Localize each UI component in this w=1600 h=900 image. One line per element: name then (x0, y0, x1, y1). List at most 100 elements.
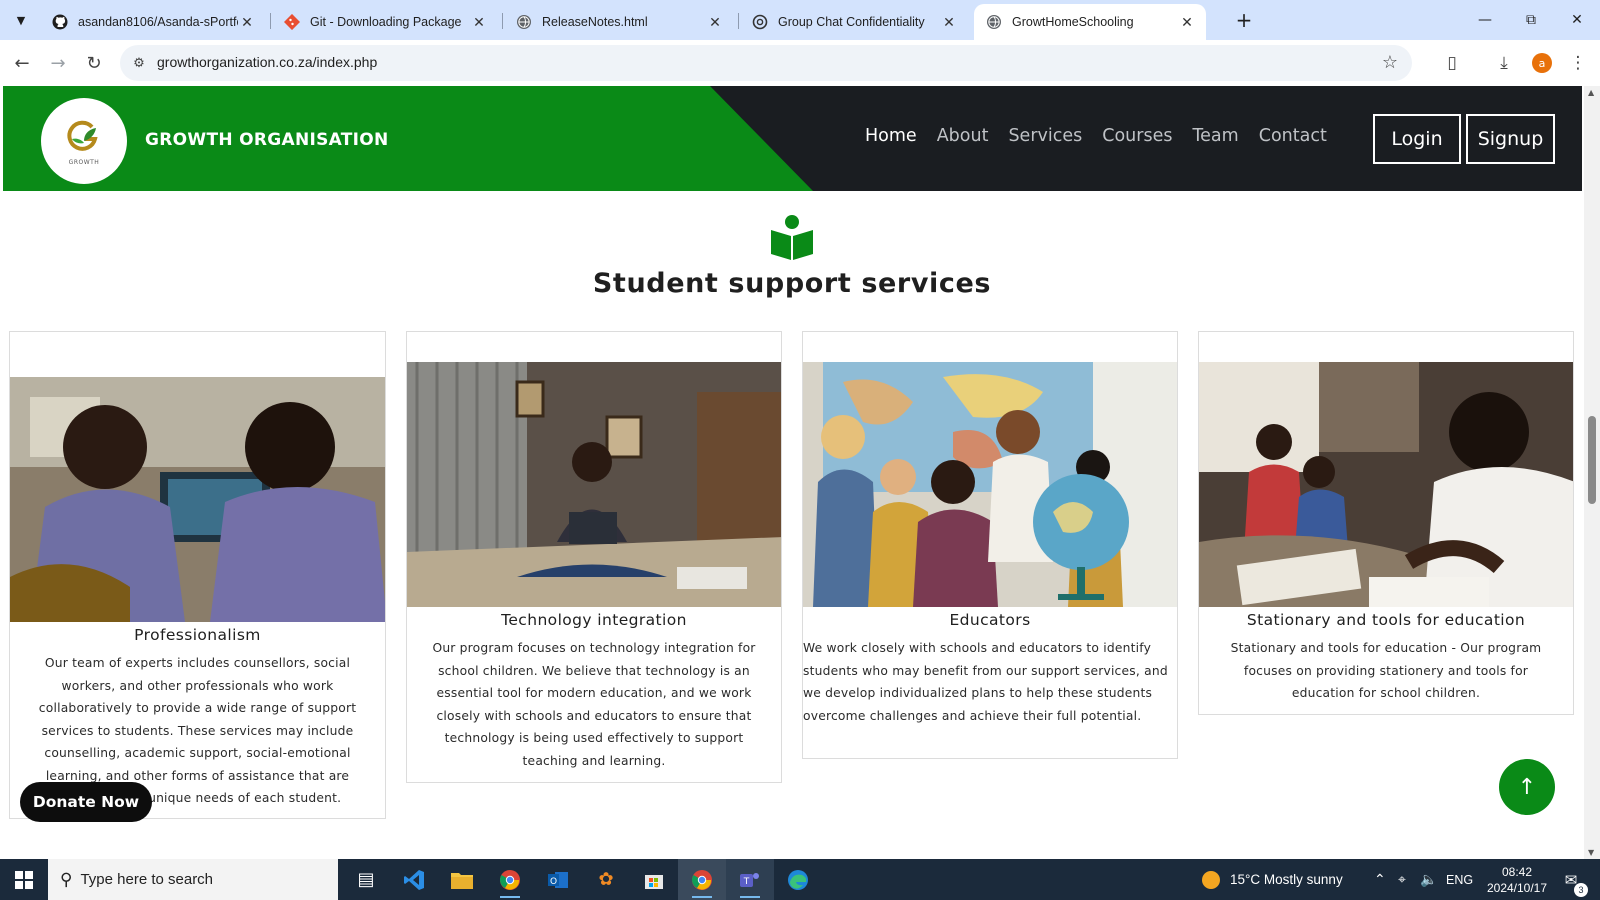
service-card: Educators We work closely with schools a… (802, 331, 1178, 759)
tab-title: ReleaseNotes.html (542, 15, 648, 29)
back-icon[interactable]: ← (8, 49, 36, 77)
language-indicator[interactable]: ENG (1446, 859, 1473, 900)
search-placeholder: Type here to search (80, 871, 214, 888)
logo-text: GROWTH (68, 158, 100, 166)
nav-team[interactable]: Team (1192, 126, 1238, 146)
page-viewport: GROWTH GROWTH ORGANISATION Home About Se… (0, 86, 1584, 859)
card-title: Technology integration (501, 611, 687, 629)
close-tab-icon[interactable]: ✕ (238, 13, 256, 31)
nav-services[interactable]: Services (1008, 126, 1082, 146)
growth-logo-icon (67, 120, 98, 151)
sun-icon (1202, 870, 1220, 889)
edge-icon[interactable] (774, 859, 822, 900)
windows-start-icon[interactable] (0, 859, 48, 900)
tab-title: Git - Downloading Package (310, 15, 462, 29)
browser-tab[interactable]: ReleaseNotes.html ✕ (504, 4, 734, 40)
close-tab-icon[interactable]: ✕ (940, 13, 958, 31)
browser-tab-strip: ▼ asandan8106/Asanda-sPortfolio ✕ Git - … (0, 0, 1600, 40)
reader-book-icon (771, 215, 813, 260)
outlook-icon[interactable]: O (534, 859, 582, 900)
close-tab-icon[interactable]: ✕ (706, 13, 724, 31)
network-icon[interactable]: ⌖ (1398, 859, 1406, 900)
more-menu-icon[interactable]: ⋮ (1566, 51, 1590, 75)
login-button[interactable]: Login (1373, 114, 1461, 164)
scroll-to-top-button[interactable]: ↑ (1499, 759, 1555, 815)
svg-text:T: T (743, 877, 750, 887)
restore-icon[interactable]: ⧉ (1508, 0, 1554, 40)
url-text[interactable]: growthorganization.co.za/index.php (157, 54, 377, 70)
tab-divider (502, 13, 503, 29)
clock[interactable]: 08:42 2024/10/17 (1484, 859, 1550, 900)
profile-avatar[interactable]: a (1532, 53, 1552, 73)
service-card: Stationary and tools for education Stati… (1198, 331, 1574, 715)
close-tab-icon[interactable]: ✕ (1178, 13, 1196, 31)
signup-button[interactable]: Signup (1466, 114, 1555, 164)
card-title: Educators (949, 611, 1031, 629)
browser-toolbar: ← → ↻ ⚙ growthorganization.co.za/index.p… (0, 40, 1600, 86)
browser-tab[interactable]: Group Chat Confidentiality ✕ (740, 4, 968, 40)
weather-text: 15°C Mostly sunny (1230, 872, 1343, 887)
close-tab-icon[interactable]: ✕ (470, 13, 488, 31)
card-image (10, 377, 385, 622)
nav-home[interactable]: Home (865, 126, 917, 146)
donate-now-button[interactable]: Donate Now (20, 782, 152, 822)
chrome-icon[interactable] (486, 859, 534, 900)
download-icon[interactable]: ⤓ (1492, 51, 1516, 75)
card-text: Our program focuses on technology integr… (432, 641, 756, 768)
tab-divider (270, 13, 271, 29)
site-logo[interactable]: GROWTH (41, 98, 127, 184)
windows-taskbar: ⚲ Type here to search ▤ O ✿ T 15°C Mostl… (0, 859, 1600, 900)
arrow-up-icon: ↑ (1517, 774, 1537, 800)
nav-contact[interactable]: Contact (1259, 126, 1327, 146)
site-settings-icon[interactable]: ⚙ (130, 54, 148, 72)
card-image (803, 362, 1177, 607)
chatgpt-icon (752, 14, 768, 30)
scroll-thumb[interactable] (1588, 416, 1596, 504)
new-tab-icon[interactable]: + (1232, 8, 1256, 32)
svg-text:O: O (550, 877, 557, 887)
service-card: Professionalism Our team of experts incl… (9, 331, 386, 819)
teams-icon[interactable]: T (726, 859, 774, 900)
extensions-icon[interactable]: ▯ (1440, 51, 1464, 75)
show-hidden-icons[interactable]: ⌃ (1374, 859, 1386, 900)
bookmark-star-icon[interactable]: ☆ (1382, 52, 1398, 73)
page-scrollbar[interactable]: ▲ ▼ (1584, 86, 1600, 859)
scroll-down-icon[interactable]: ▼ (1588, 848, 1594, 857)
browser-tab[interactable]: asandan8106/Asanda-sPortfolio ✕ (40, 4, 266, 40)
globe-icon (986, 14, 1002, 30)
task-view-icon[interactable]: ▤ (342, 859, 390, 900)
globe-icon (516, 14, 532, 30)
weather-widget[interactable]: 15°C Mostly sunny (1200, 859, 1343, 900)
tab-search-menu-icon[interactable]: ▼ (8, 7, 34, 33)
app-icon[interactable]: ✿ (582, 859, 630, 900)
nav-courses[interactable]: Courses (1102, 126, 1172, 146)
browser-tab-active[interactable]: GrowtHomeSchooling ✕ (974, 4, 1206, 40)
nav-about[interactable]: About (937, 126, 989, 146)
section-title: Student support services (592, 268, 992, 299)
card-title: Stationary and tools for education (1246, 611, 1526, 629)
address-bar[interactable]: ⚙ growthorganization.co.za/index.php ☆ (120, 45, 1412, 81)
search-icon: ⚲ (60, 869, 73, 890)
microsoft-store-icon[interactable] (630, 859, 678, 900)
chrome-active-icon[interactable] (678, 859, 726, 900)
volume-icon[interactable]: 🔈 (1420, 859, 1437, 900)
scroll-up-icon[interactable]: ▲ (1588, 88, 1594, 97)
browser-tab[interactable]: Git - Downloading Package ✕ (272, 4, 498, 40)
card-title: Professionalism (134, 626, 261, 644)
github-icon (52, 14, 68, 30)
card-image (407, 362, 781, 607)
file-explorer-icon[interactable] (438, 859, 486, 900)
card-image (1199, 362, 1573, 607)
vscode-icon[interactable] (390, 859, 438, 900)
minimize-icon[interactable]: — (1462, 0, 1508, 40)
service-card: Technology integration Our program focus… (406, 331, 782, 783)
card-text: We work closely with schools and educato… (803, 641, 1168, 723)
card-text: Stationary and tools for education - Our… (1230, 641, 1542, 700)
git-icon (284, 14, 300, 30)
taskbar-search-input[interactable]: ⚲ Type here to search (48, 859, 338, 900)
brand-name[interactable]: GROWTH ORGANISATION (145, 130, 389, 150)
site-header: GROWTH GROWTH ORGANISATION Home About Se… (3, 86, 1582, 191)
close-window-icon[interactable]: ✕ (1554, 0, 1600, 40)
reload-icon[interactable]: ↻ (80, 49, 108, 77)
forward-icon[interactable]: → (44, 49, 72, 77)
